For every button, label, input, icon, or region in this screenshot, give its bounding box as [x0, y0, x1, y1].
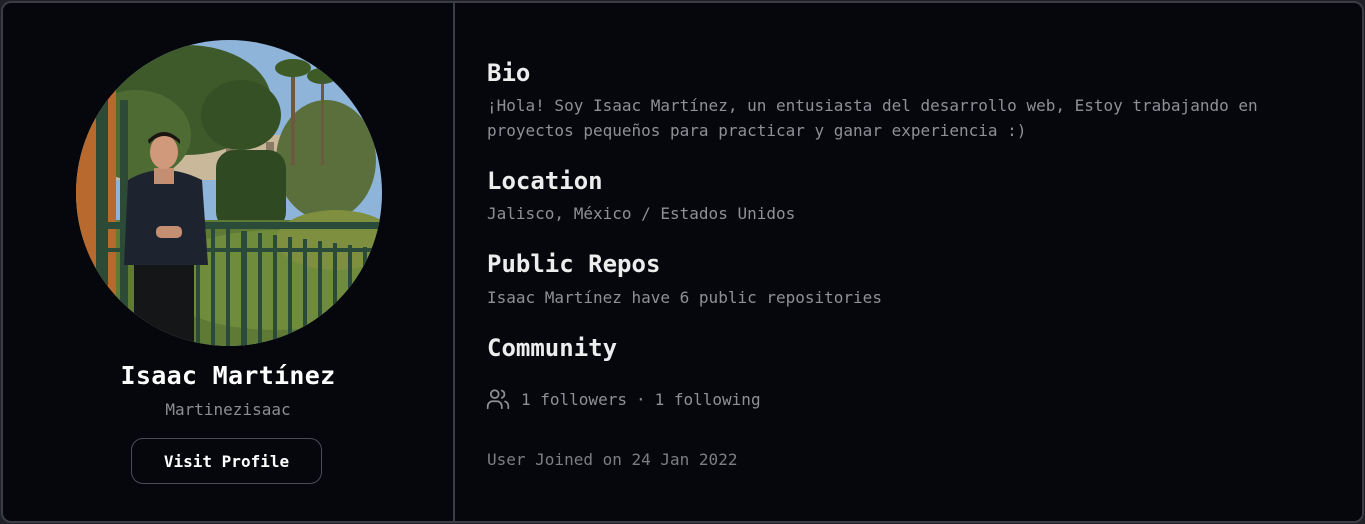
profile-sidebar: Isaac Martínez Martinezisaac Visit Profi… — [3, 3, 455, 521]
joined-date: User Joined on 24 Jan 2022 — [487, 450, 738, 469]
visit-profile-button[interactable]: Visit Profile — [131, 438, 322, 484]
followers-count[interactable]: 1 followers — [521, 390, 627, 409]
profile-card: Isaac Martínez Martinezisaac Visit Profi… — [1, 1, 1364, 523]
location-title: Location — [487, 167, 603, 195]
repos-title: Public Repos — [487, 250, 661, 278]
users-icon — [486, 389, 510, 410]
bio-title: Bio — [487, 59, 531, 87]
location-text: Jalisco, México / Estados Unidos — [487, 204, 796, 223]
profile-username: Martinezisaac — [165, 400, 291, 419]
community-title: Community — [487, 334, 618, 362]
community-stats: 1 followers · 1 following — [485, 386, 761, 412]
following-count[interactable]: 1 following — [655, 390, 761, 409]
avatar — [76, 40, 382, 346]
repos-text: Isaac Martínez have 6 public repositorie… — [487, 288, 882, 307]
bio-text: ¡Hola! Soy Isaac Martínez, un entusiasta… — [487, 96, 1258, 140]
stats-separator: · — [635, 389, 646, 409]
profile-name: Isaac Martínez — [120, 361, 336, 390]
profile-details: Bio ¡Hola! Soy Isaac Martínez, un entusi… — [455, 3, 1362, 521]
